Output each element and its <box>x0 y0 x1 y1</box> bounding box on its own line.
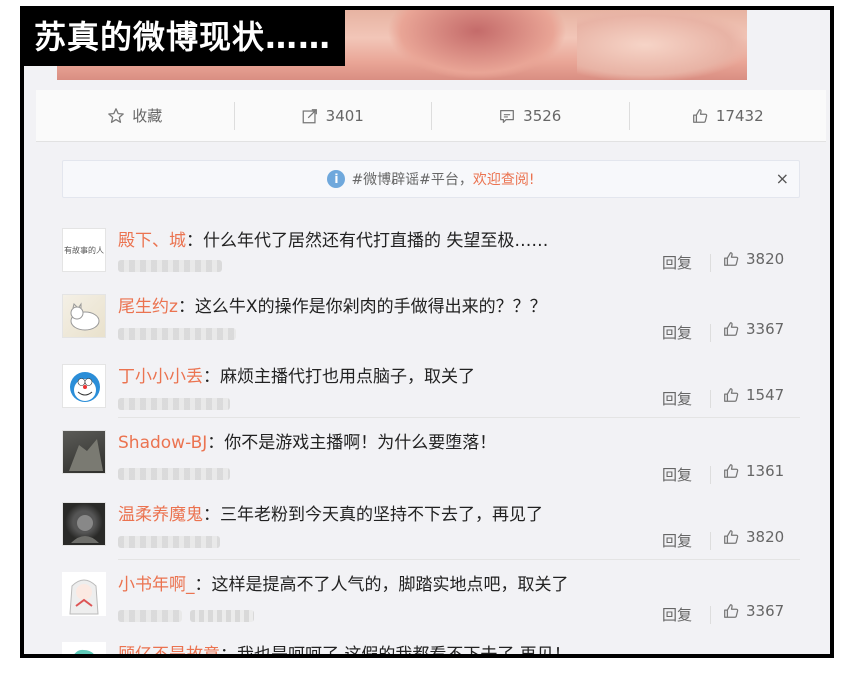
post-action-bar: 收藏 3401 3526 17432 <box>36 90 826 142</box>
blurred-timestamp <box>118 468 230 480</box>
avatar[interactable] <box>62 294 106 338</box>
info-icon: i <box>327 170 346 188</box>
reply-button[interactable]: 回复 <box>662 464 692 485</box>
reply-button[interactable]: 回复 <box>662 322 692 343</box>
comment-item: 有故事的人 殿下、城：什么年代了居然还有代打直播的 失望至极…… 回复 3820 <box>62 220 800 282</box>
comment-text: 殿下、城：什么年代了居然还有代打直播的 失望至极…… <box>118 231 549 251</box>
comic-panel-frame: 苏真的微博现状…… 收藏 3401 3526 17432 i #微博辟谣#平台，… <box>20 6 834 658</box>
thumbs-up-icon <box>724 464 739 478</box>
comment-item: 小书年啊_：这样是提高不了人气的，脚踏实地点吧，取关了 回复 3367 <box>62 564 800 634</box>
comment-item: 丁小小小丢：麻烦主播代打也用点脑子，取关了 回复 1547 <box>62 356 800 418</box>
comment-text: 小书年啊_：这样是提高不了人气的，脚踏实地点吧，取关了 <box>118 575 569 595</box>
comment-author[interactable]: 温柔养魔鬼 <box>118 505 203 525</box>
close-icon[interactable]: × <box>776 169 789 188</box>
thumbs-up-icon <box>724 604 739 618</box>
thumbs-up-icon <box>724 530 739 544</box>
comment-item: 温柔养魔鬼：三年老粉到今天真的坚持不下去了，再见了 回复 3820 <box>62 494 800 560</box>
comment-button[interactable]: 3526 <box>431 90 629 141</box>
repost-count: 3401 <box>325 106 364 125</box>
comment-item: 尾生约z：这么牛X的操作是你剁肉的手做得出来的？？？ 回复 3367 <box>62 286 800 352</box>
blurred-timestamp <box>118 260 222 272</box>
comment-text: Shadow-BJ：你不是游戏主播啊！为什么要堕落！ <box>118 433 497 453</box>
comment-author[interactable]: 殿下、城 <box>118 231 186 251</box>
reply-button[interactable]: 回复 <box>662 530 692 551</box>
comment-author[interactable]: 顾亿不是故意 <box>118 645 220 654</box>
like-count: 17432 <box>715 106 764 125</box>
comment-icon <box>500 109 515 123</box>
comment-like-button[interactable]: 3367 <box>722 602 784 620</box>
thumbs-up-icon <box>724 252 739 266</box>
comment-like-button[interactable]: 3820 <box>722 528 784 546</box>
notice-link[interactable]: 欢迎查阅! <box>473 169 535 189</box>
repost-icon <box>302 108 317 123</box>
avatar[interactable]: 有故事的人 <box>62 228 106 272</box>
comment-count: 3526 <box>523 106 562 125</box>
comment-like-button[interactable]: 1547 <box>722 386 784 404</box>
comment-like-button[interactable]: 1361 <box>722 462 784 480</box>
favorite-label: 收藏 <box>132 107 163 125</box>
blurred-timestamp <box>118 328 236 340</box>
comment-author[interactable]: Shadow-BJ <box>118 433 207 453</box>
notice-text: #微博辟谣#平台， <box>351 172 473 188</box>
reply-button[interactable]: 回复 <box>662 252 692 273</box>
thumbs-up-icon <box>724 388 739 402</box>
comment-text: 尾生约z：这么牛X的操作是你剁肉的手做得出来的？？？ <box>118 297 547 317</box>
comment-like-button[interactable]: 3367 <box>722 320 784 338</box>
rumor-notice-bar[interactable]: i #微博辟谣#平台， 欢迎查阅! × <box>62 160 800 198</box>
blurred-timestamp <box>118 398 230 410</box>
comment-author[interactable]: 尾生约z <box>118 297 178 317</box>
comment-text: 丁小小小丢：麻烦主播代打也用点脑子，取关了 <box>118 367 475 387</box>
caption-banner: 苏真的微博现状…… <box>24 10 346 66</box>
repost-button[interactable]: 3401 <box>233 90 432 141</box>
avatar[interactable] <box>62 572 106 616</box>
avatar[interactable] <box>62 430 106 474</box>
avatar[interactable] <box>62 642 106 654</box>
blurred-timestamp <box>118 536 220 548</box>
star-icon <box>108 107 125 123</box>
comment-author[interactable]: 小书年啊_ <box>118 575 195 595</box>
comment-text: 顾亿不是故意：我也是呵呵了 这假的我都看不下去了 再见！ <box>118 640 571 654</box>
thumbs-up-icon <box>724 322 739 336</box>
comment-like-button[interactable]: 3820 <box>722 250 784 268</box>
comment-text: 温柔养魔鬼：三年老粉到今天真的坚持不下去了，再见了 <box>118 505 543 525</box>
blurred-timestamp <box>118 610 182 622</box>
comment-author[interactable]: 丁小小小丢 <box>118 367 203 387</box>
like-button[interactable]: 17432 <box>628 90 827 141</box>
favorite-button[interactable]: 收藏 <box>36 90 234 141</box>
reply-button[interactable]: 回复 <box>662 604 692 625</box>
thumbs-up-icon <box>692 108 708 123</box>
comment-item: Shadow-BJ：你不是游戏主播啊！为什么要堕落！ 回复 1361 <box>62 422 800 488</box>
avatar[interactable] <box>62 502 106 546</box>
reply-button[interactable]: 回复 <box>662 388 692 409</box>
avatar[interactable] <box>62 364 106 408</box>
comment-item: 顾亿不是故意：我也是呵呵了 这假的我都看不下去了 再见！ <box>62 634 800 654</box>
